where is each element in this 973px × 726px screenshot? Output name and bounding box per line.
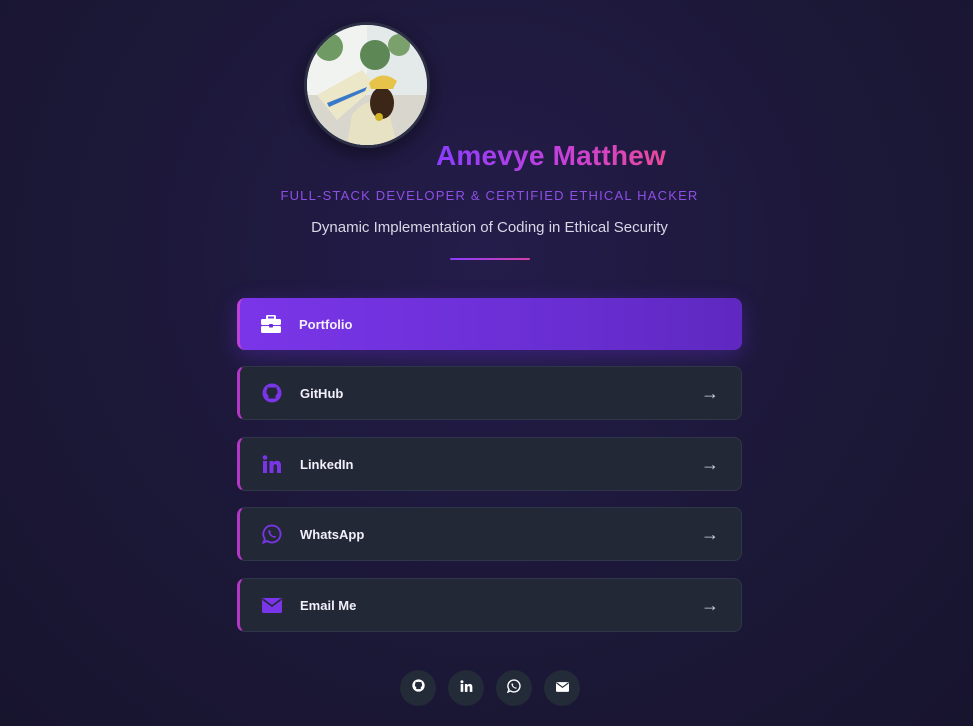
github-icon bbox=[411, 679, 425, 697]
header-divider bbox=[450, 258, 530, 260]
whatsapp-link-button[interactable]: WhatsApp → bbox=[237, 507, 742, 561]
whatsapp-icon bbox=[261, 523, 283, 545]
social-linkedin-button[interactable] bbox=[448, 670, 484, 706]
whatsapp-label: WhatsApp bbox=[300, 526, 365, 542]
profile-name: Amevye Matthew bbox=[436, 140, 666, 171]
linkedin-icon bbox=[459, 679, 473, 697]
arrow-right-icon: → bbox=[701, 594, 719, 615]
portfolio-button[interactable]: Portfolio bbox=[237, 298, 742, 350]
whatsapp-icon bbox=[506, 678, 521, 698]
email-label: Email Me bbox=[300, 597, 357, 613]
email-icon bbox=[555, 679, 569, 697]
profile-tagline: Dynamic Implementation of Coding in Ethi… bbox=[311, 219, 668, 236]
social-email-button[interactable] bbox=[544, 670, 580, 706]
github-label: GitHub bbox=[300, 385, 344, 401]
arrow-right-icon: → bbox=[701, 523, 719, 544]
social-github-button[interactable] bbox=[400, 670, 436, 706]
avatar bbox=[304, 22, 430, 148]
briefcase-icon bbox=[260, 313, 282, 335]
profile-photo bbox=[307, 25, 427, 145]
email-icon bbox=[261, 594, 283, 616]
github-link-button[interactable]: GitHub → bbox=[237, 366, 742, 420]
profile-role: FULL-STACK DEVELOPER & CERTIFIED ETHICAL… bbox=[280, 188, 699, 203]
linkedin-label: LinkedIn bbox=[300, 456, 354, 472]
social-whatsapp-button[interactable] bbox=[496, 670, 532, 706]
arrow-right-icon: → bbox=[701, 453, 719, 474]
portfolio-label: Portfolio bbox=[299, 316, 353, 332]
arrow-right-icon: → bbox=[701, 382, 719, 403]
linkedin-icon bbox=[261, 453, 283, 475]
email-link-button[interactable]: Email Me → bbox=[237, 578, 742, 632]
github-icon bbox=[261, 382, 283, 404]
linkedin-link-button[interactable]: LinkedIn → bbox=[237, 437, 742, 491]
